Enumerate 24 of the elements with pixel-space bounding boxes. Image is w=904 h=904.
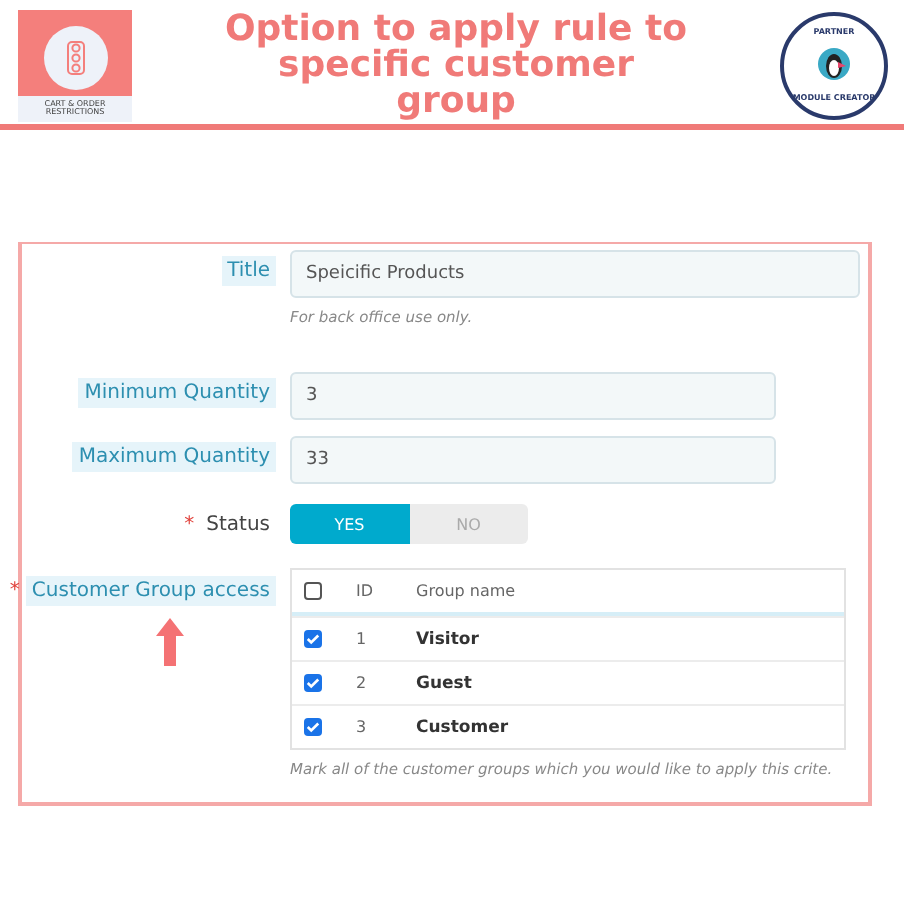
checkbox[interactable] (304, 718, 322, 736)
table-cell-text: Customer (416, 717, 511, 737)
text-field[interactable]: Speicific Products (290, 250, 860, 298)
text-field[interactable]: 3 (290, 372, 776, 420)
required-mark: * (184, 514, 195, 536)
table-cell-text: Guest (416, 673, 474, 693)
table-cell-text: 1 (356, 630, 369, 648)
field-label: Customer Group access (25, 576, 276, 606)
traffic-light-icon (61, 39, 89, 75)
field-label: Status (204, 512, 272, 540)
checkbox[interactable] (304, 582, 322, 600)
text-field[interactable]: 33 (290, 436, 776, 484)
column-header: ID (356, 582, 376, 600)
field-label: Minimum Quantity (78, 378, 276, 408)
table-cell-text: 2 (356, 674, 369, 692)
table-cell-text: 3 (356, 718, 369, 736)
table-cell-text: Visitor (416, 629, 481, 649)
required-mark: * (9, 580, 20, 602)
field-label: Maximum Quantity (72, 442, 276, 472)
checkbox[interactable] (304, 674, 322, 692)
checkbox[interactable] (304, 630, 322, 648)
column-header: Group name (416, 582, 518, 600)
field-label: Title (221, 256, 276, 286)
page-title: Option to apply rule to specific customer group (222, 11, 690, 119)
